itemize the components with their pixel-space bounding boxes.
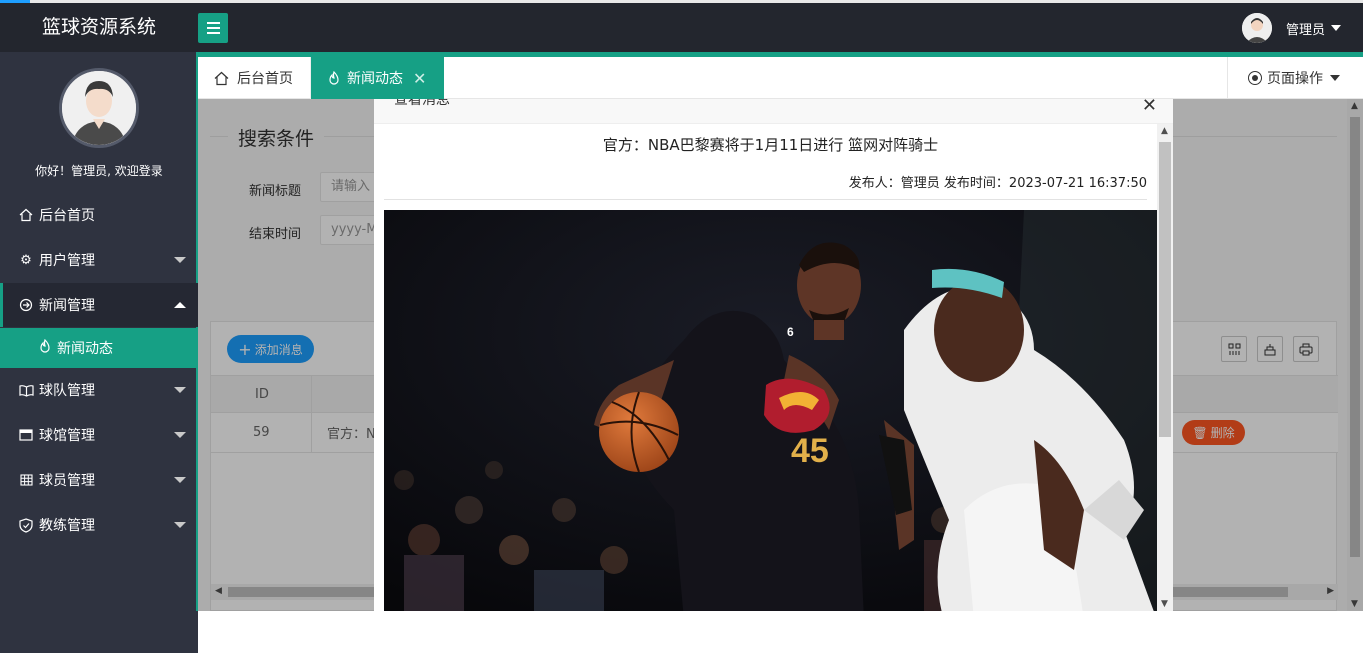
jersey-small-number: 6 — [787, 325, 794, 339]
sidebar-item-coaches[interactable]: 教练管理 — [0, 503, 198, 547]
dialog-scrollbar[interactable]: ▲ ▼ — [1157, 124, 1173, 611]
scrollbar-thumb[interactable] — [1159, 142, 1171, 437]
tab-label: 后台首页 — [237, 71, 293, 87]
sidebar-item-label: 新闻动态 — [57, 341, 113, 357]
chevron-down-icon — [174, 522, 186, 528]
home-icon — [214, 71, 229, 86]
dialog-body: 官方：NBA巴黎赛将于1月11日进行 篮网对阵骑士 发布人：管理员 发布时间：2… — [374, 124, 1157, 611]
welcome-text: 你好！管理员, 欢迎登录 — [35, 164, 163, 178]
target-icon — [1248, 71, 1262, 85]
close-icon[interactable]: ✕ — [413, 69, 426, 88]
chevron-down-icon — [174, 257, 186, 263]
fire-icon — [38, 338, 52, 358]
sidebar-item-label: 球馆管理 — [39, 428, 95, 444]
sidebar-item-news[interactable]: 新闻管理 — [0, 283, 198, 327]
app-title: 篮球资源系统 — [41, 16, 156, 38]
app-header: 篮球资源系统 管理员 — [0, 3, 1363, 52]
sidebar-item-teams[interactable]: 球队管理 — [0, 368, 198, 412]
menu-icon-bar — [206, 27, 220, 29]
home-icon — [18, 207, 34, 223]
sidebar-item-players[interactable]: 球员管理 — [0, 458, 198, 502]
sidebar: 你好！管理员, 欢迎登录 后台首页 ⚙ 用户管理 新闻管理 新闻动态 球队管理 — [0, 52, 198, 653]
user-menu[interactable]: 管理员 — [1241, 13, 1341, 43]
sidebar-item-label: 教练管理 — [39, 518, 95, 534]
table-icon — [18, 472, 34, 488]
chevron-down-icon — [174, 387, 186, 393]
divider — [384, 199, 1147, 200]
menu-icon-bar — [206, 22, 220, 24]
scroll-up-icon[interactable]: ▲ — [1161, 126, 1168, 136]
tab-label: 新闻动态 — [347, 71, 403, 87]
close-icon[interactable]: ✕ — [1142, 99, 1157, 116]
chevron-up-icon — [174, 302, 186, 308]
menu-toggle-button[interactable] — [198, 13, 228, 43]
tab-bar: 后台首页 新闻动态 ✕ 页面操作 — [198, 57, 1363, 99]
jersey-number: 45 — [791, 432, 829, 470]
sidebar-item-arenas[interactable]: 球馆管理 — [0, 413, 198, 457]
sidebar-item-label: 新闻管理 — [39, 298, 95, 314]
page-operations-label: 页面操作 — [1267, 71, 1323, 87]
view-news-dialog: 查看消息 ✕ 官方：NBA巴黎赛将于1月11日进行 篮网对阵骑士 发布人：管理员… — [374, 99, 1173, 611]
tab-home[interactable]: 后台首页 — [198, 57, 311, 99]
chevron-down-icon — [1331, 25, 1341, 31]
chevron-down-icon — [1330, 75, 1340, 81]
avatar-icon — [62, 71, 136, 145]
news-photo: 45 6 — [384, 210, 1157, 611]
shield-icon — [18, 517, 34, 533]
user-avatar — [1241, 13, 1272, 43]
window-icon — [18, 427, 34, 443]
dialog-title: 查看消息 — [394, 99, 450, 108]
book-icon — [18, 382, 34, 398]
page-operations-menu[interactable]: 页面操作 — [1227, 57, 1363, 99]
sidebar-item-label: 球队管理 — [39, 383, 95, 399]
sidebar-item-label: 球员管理 — [39, 473, 95, 489]
news-headline: 官方：NBA巴黎赛将于1月11日进行 篮网对阵骑士 — [602, 136, 939, 154]
profile-avatar — [59, 68, 139, 148]
gear-icon: ⚙ — [20, 252, 32, 268]
chevron-down-icon — [174, 432, 186, 438]
menu-icon-bar — [206, 32, 220, 34]
scroll-down-icon[interactable]: ▼ — [1161, 599, 1168, 609]
sidebar-item-users[interactable]: ⚙ 用户管理 — [0, 238, 198, 282]
chevron-down-icon — [174, 477, 186, 483]
basketball-photo: 45 6 — [384, 210, 1157, 611]
sidebar-item-news-feed[interactable]: 新闻动态 — [0, 328, 198, 368]
avatar-icon — [1241, 13, 1272, 43]
news-cycle-icon — [18, 297, 34, 313]
sidebar-item-home[interactable]: 后台首页 — [0, 193, 198, 237]
user-name: 管理员 — [1285, 22, 1325, 38]
fire-icon — [327, 70, 341, 86]
tab-news[interactable]: 新闻动态 ✕ — [311, 57, 444, 99]
sidebar-item-label: 用户管理 — [39, 253, 95, 269]
sidebar-item-label: 后台首页 — [39, 208, 95, 224]
dialog-title-bar: 查看消息 ✕ — [374, 99, 1173, 124]
news-meta: 发布人：管理员 发布时间：2023-07-21 16:37:50 — [848, 176, 1147, 191]
